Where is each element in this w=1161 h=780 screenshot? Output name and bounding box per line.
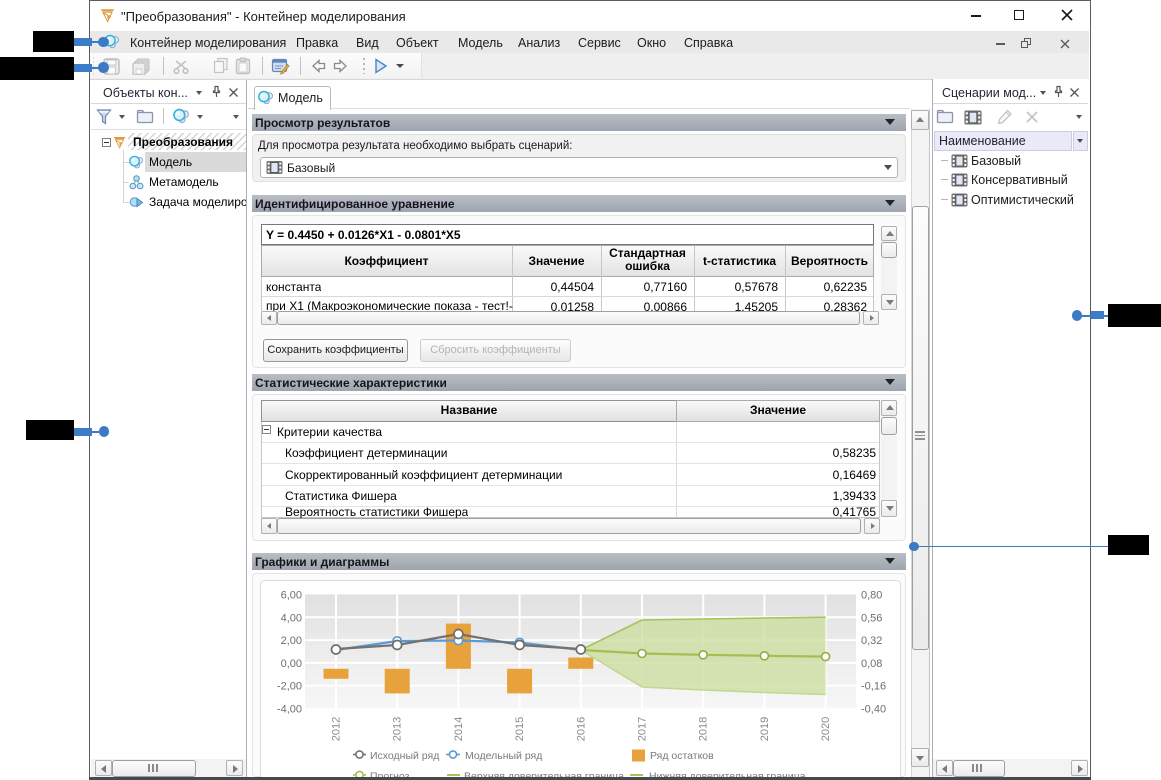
svg-text:-0,16: -0,16 xyxy=(861,681,886,693)
svg-text:2020: 2020 xyxy=(820,717,832,741)
svg-text:4,00: 4,00 xyxy=(281,612,302,624)
svg-text:Ряд остатков: Ряд остатков xyxy=(650,750,714,762)
svg-text:0,80: 0,80 xyxy=(861,590,882,602)
svg-text:2012: 2012 xyxy=(331,717,343,741)
svg-text:2014: 2014 xyxy=(453,717,465,741)
svg-text:0,32: 0,32 xyxy=(861,635,882,647)
svg-text:2,00: 2,00 xyxy=(281,635,302,647)
svg-text:0,08: 0,08 xyxy=(861,658,882,670)
svg-text:Исходный ряд: Исходный ряд xyxy=(370,750,439,762)
svg-text:2018: 2018 xyxy=(698,717,710,741)
svg-text:2017: 2017 xyxy=(637,717,649,741)
svg-text:0,00: 0,00 xyxy=(281,658,302,670)
svg-text:Модельный ряд: Модельный ряд xyxy=(465,750,542,762)
svg-text:-2,00: -2,00 xyxy=(277,681,302,693)
svg-text:2015: 2015 xyxy=(514,717,526,741)
svg-text:2013: 2013 xyxy=(392,717,404,741)
svg-text:6,00: 6,00 xyxy=(281,590,302,602)
svg-text:-0,40: -0,40 xyxy=(861,704,886,716)
svg-text:-4,00: -4,00 xyxy=(277,704,302,716)
svg-text:0,56: 0,56 xyxy=(861,612,882,624)
svg-text:2019: 2019 xyxy=(759,717,771,741)
svg-text:2016: 2016 xyxy=(575,717,587,741)
